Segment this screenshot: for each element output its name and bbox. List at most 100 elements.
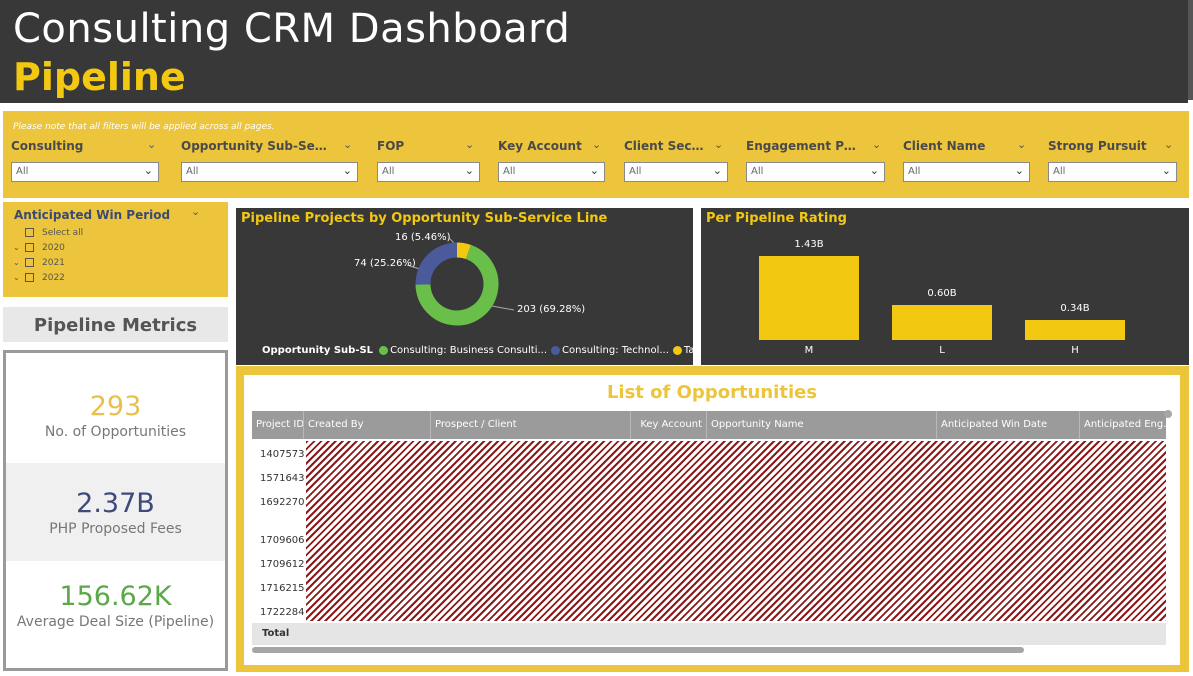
expand-icon[interactable]: ⌄ [13, 273, 25, 282]
slicer-label: Client Name [903, 139, 986, 153]
checkbox-label: 2022 [42, 272, 65, 283]
dropdown-value: All [382, 166, 395, 177]
opportunity-sub-service-dropdown[interactable]: All ⌄ [181, 162, 358, 182]
slicer-label: FOP [377, 139, 405, 153]
bar-category-label: M [804, 345, 814, 356]
bar-chart-panel: Per Pipeline Rating 1.43B M 0.60B L 0.34B H [701, 208, 1189, 365]
metrics-card: 293 No. of Opportunities 2.37B PHP Propo… [3, 350, 228, 671]
expand-icon[interactable]: ⌄ [13, 243, 25, 252]
page-title: Consulting CRM Dashboard [13, 6, 571, 52]
chevron-down-icon: ⌄ [712, 164, 722, 177]
metric-proposed-fees: 2.37B PHP Proposed Fees [6, 463, 225, 561]
legend-item[interactable]: Consulting: Business Consulti... [379, 345, 547, 356]
bar-value-label: 0.34B [1060, 303, 1090, 315]
checkbox-select-all[interactable]: Select all [13, 226, 83, 239]
column-header-opportunity-name[interactable]: Opportunity Name [707, 411, 937, 439]
legend-swatch [672, 346, 682, 355]
table-cell-project-id[interactable]: 1571643 [252, 473, 305, 484]
chevron-down-icon[interactable]: ⌄ [714, 138, 723, 151]
page-scrollbar[interactable] [1188, 0, 1193, 100]
bar-l[interactable] [892, 304, 992, 340]
table-cell-project-id[interactable]: 1709612 [252, 559, 305, 570]
key-account-dropdown[interactable]: All ⌄ [498, 162, 605, 182]
dropdown-value: All [629, 166, 642, 177]
client-name-dropdown[interactable]: All ⌄ [903, 162, 1030, 182]
column-header-created-by[interactable]: Created By [304, 411, 431, 439]
redacted-table-content [306, 441, 1166, 621]
donut-slice[interactable] [456, 242, 471, 260]
metric-average-deal-size: 156.62K Average Deal Size (Pipeline) [6, 561, 225, 668]
vertical-scrollbar[interactable] [1164, 410, 1172, 418]
metric-value: 293 [89, 391, 142, 422]
opportunities-table-panel: List of Opportunities Project ID Created… [236, 366, 1189, 672]
bar-value-label: 1.43B [794, 239, 824, 250]
bar-chart-title: Per Pipeline Rating [706, 211, 847, 226]
checkbox-2022[interactable]: ⌄ 2022 [13, 271, 65, 284]
checkbox-label: 2021 [42, 257, 65, 268]
chevron-down-icon[interactable]: ⌄ [465, 138, 474, 151]
legend-swatch [551, 346, 561, 355]
metric-value: 156.62K [59, 581, 172, 612]
chevron-down-icon: ⌄ [869, 164, 879, 177]
column-header-anticipated-eng[interactable]: Anticipated Eng. P [1080, 411, 1166, 439]
donut-chart [406, 237, 515, 326]
bar-h[interactable] [1025, 320, 1125, 340]
donut-slice[interactable] [415, 242, 458, 285]
client-sector-dropdown[interactable]: All ⌄ [624, 162, 728, 182]
engagement-partner-dropdown[interactable]: All ⌄ [746, 162, 885, 182]
table-cell-project-id[interactable]: 1716215 [252, 583, 305, 594]
legend-item[interactable]: Consulting: Technol... [551, 345, 669, 356]
checkbox[interactable] [25, 228, 34, 237]
chevron-down-icon[interactable]: ⌄ [592, 138, 601, 151]
chevron-down-icon[interactable]: ⌄ [343, 138, 352, 151]
filter-panel: Please note that all filters will be app… [3, 111, 1189, 198]
horizontal-scrollbar[interactable] [252, 647, 1024, 653]
chevron-down-icon[interactable]: ⌄ [872, 138, 881, 151]
table-cell-project-id[interactable]: 1407573 [252, 449, 305, 460]
chevron-down-icon: ⌄ [1014, 164, 1024, 177]
checkbox[interactable] [25, 273, 34, 282]
chevron-down-icon[interactable]: ⌄ [1017, 138, 1026, 151]
table-cell-project-id[interactable]: 1722284 [252, 607, 305, 618]
dropdown-value: All [908, 166, 921, 177]
donut-slice-label: 74 (25.26%) [354, 258, 416, 269]
column-header-key-account[interactable]: Key Account [631, 411, 707, 439]
bar-value-label: 0.60B [927, 287, 957, 299]
consulting-dropdown[interactable]: All ⌄ [11, 162, 159, 182]
expand-icon[interactable]: ⌄ [13, 258, 25, 267]
win-period-label: Anticipated Win Period [14, 208, 171, 222]
checkbox-label: Select all [42, 227, 84, 238]
checkbox[interactable] [25, 243, 34, 252]
strong-pursuit-dropdown[interactable]: All ⌄ [1048, 162, 1177, 182]
metric-opportunities: 293 No. of Opportunities [6, 353, 225, 463]
donut-slice-label: 203 (69.28%) [517, 304, 586, 315]
table-cell-project-id[interactable]: 1692270 [252, 497, 305, 508]
chevron-down-icon: ⌄ [342, 164, 352, 177]
checkbox-2021[interactable]: ⌄ 2021 [13, 256, 65, 269]
donut-legend: Opportunity Sub-SL Consulting: Business … [262, 345, 730, 356]
column-header-prospect-client[interactable]: Prospect / Client [431, 411, 631, 439]
checkbox-2020[interactable]: ⌄ 2020 [13, 241, 65, 254]
legend-label: Consulting: Business Consulti... [390, 345, 548, 356]
header-bar: Consulting CRM Dashboard Pipeline [0, 0, 1188, 103]
donut-chart-panel: Pipeline Projects by Opportunity Sub-Ser… [236, 208, 726, 365]
table-cell-project-id[interactable]: 1709606 [252, 535, 305, 546]
filter-note: Please note that all filters will be app… [13, 122, 275, 132]
dropdown-value: All [186, 166, 199, 177]
bar-m[interactable] [759, 256, 859, 340]
slicer-label: Key Account [498, 139, 582, 153]
checkbox[interactable] [25, 258, 34, 267]
chevron-down-icon: ⌄ [1161, 164, 1171, 177]
metric-caption: No. of Opportunities [44, 424, 187, 440]
bar-category-label: L [939, 345, 945, 356]
fop-dropdown[interactable]: All ⌄ [377, 162, 480, 182]
slicer-label: Client Sec... [624, 139, 704, 153]
dropdown-value: All [751, 166, 764, 177]
chevron-down-icon[interactable]: ⌄ [147, 138, 156, 151]
slicer-label: Opportunity Sub-Servi... [181, 139, 331, 153]
slicer-label: Strong Pursuit [1048, 139, 1147, 153]
chevron-down-icon[interactable]: ⌄ [1164, 138, 1173, 151]
column-header-anticipated-win-date[interactable]: Anticipated Win Date [937, 411, 1080, 439]
chevron-down-icon[interactable]: ⌄ [191, 205, 200, 218]
column-header-project-id[interactable]: Project ID [252, 411, 304, 439]
